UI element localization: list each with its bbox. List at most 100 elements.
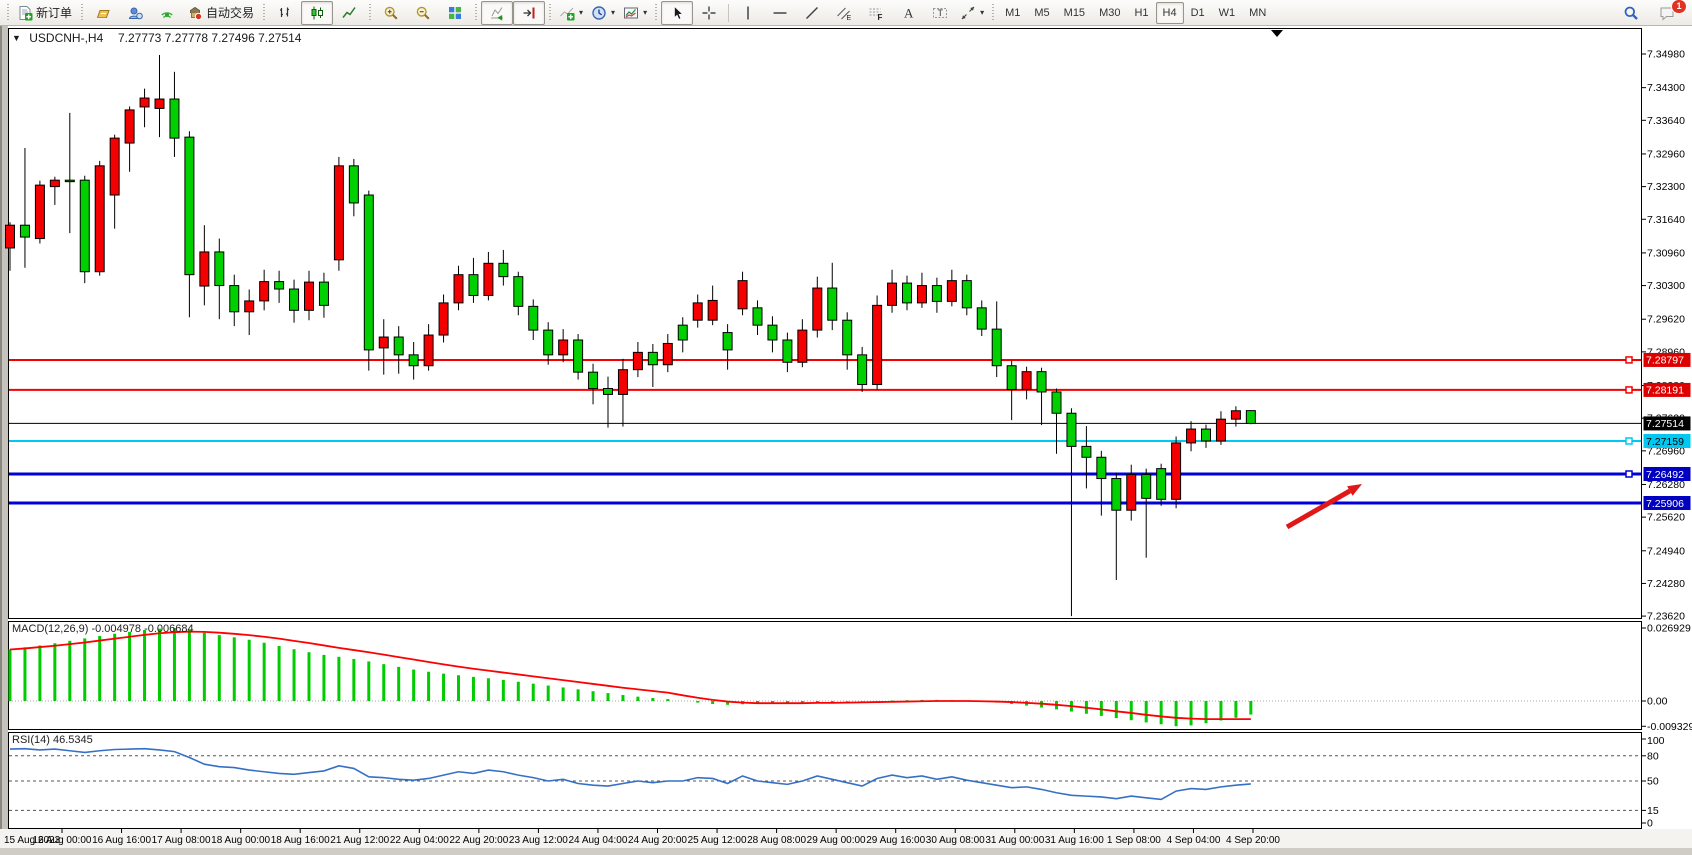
bar-chart-icon xyxy=(277,5,293,21)
candle-down xyxy=(1052,392,1061,413)
text-label-button[interactable]: T xyxy=(924,1,956,25)
candle-up xyxy=(125,110,134,143)
indicators-button[interactable]: ▾ xyxy=(555,1,587,25)
toolbar-grip xyxy=(367,3,373,23)
chat-button[interactable]: 1 xyxy=(1651,1,1683,25)
chart-title: ▼ USDCNH-,H4 7.27773 7.27778 7.27496 7.2… xyxy=(12,31,301,45)
macd-panel[interactable] xyxy=(9,622,1642,730)
toolbar-right-group: 1 xyxy=(1615,1,1689,25)
chart-shift-button[interactable] xyxy=(513,1,545,25)
timeframe-d1-button[interactable]: D1 xyxy=(1184,2,1212,24)
candle-up xyxy=(245,301,254,312)
resistance-line-1-handle[interactable] xyxy=(1626,357,1632,363)
candle-down xyxy=(65,180,74,181)
candle-up xyxy=(6,225,15,248)
support-line-cyan-handle[interactable] xyxy=(1626,438,1632,444)
time-tick-label: 29 Aug 00:00 xyxy=(807,835,866,846)
candle-down xyxy=(992,329,1001,366)
fibonacci-button[interactable]: F xyxy=(860,1,892,25)
chart-window[interactable]: 7.349807.343007.336407.329607.323007.316… xyxy=(0,26,1692,855)
candle-up xyxy=(439,303,448,335)
candle-down xyxy=(1142,475,1151,499)
shapes-icon xyxy=(960,5,976,21)
candle-up xyxy=(305,282,314,310)
auto-trading-button[interactable]: 自动交易 xyxy=(183,1,259,25)
candle-down xyxy=(903,283,912,303)
label-icon: T xyxy=(932,5,948,21)
line-chart-button[interactable] xyxy=(333,1,365,25)
time-tick-label: 24 Aug 04:00 xyxy=(568,835,627,846)
time-tick-label: 22 Aug 04:00 xyxy=(390,835,449,846)
candle-down xyxy=(1037,372,1046,392)
profile-button[interactable] xyxy=(119,1,151,25)
toolbar-grip xyxy=(547,3,553,23)
timeframe-mn-button[interactable]: MN xyxy=(1242,2,1273,24)
candle-down xyxy=(394,337,403,355)
candle-down xyxy=(783,340,792,362)
chart-canvas[interactable]: 7.349807.343007.336407.329607.323007.316… xyxy=(0,26,1692,855)
candle-down xyxy=(1112,479,1121,511)
candle-down xyxy=(529,306,538,330)
trendline-button[interactable] xyxy=(796,1,828,25)
candle-down xyxy=(364,195,373,350)
main-price-panel[interactable] xyxy=(9,29,1642,619)
profile-icon xyxy=(127,5,143,21)
resistance-line-2-handle[interactable] xyxy=(1626,387,1632,393)
time-tick-label: 31 Aug 16:00 xyxy=(1045,835,1104,846)
zoom-out-button[interactable] xyxy=(407,1,439,25)
auto-scroll-icon xyxy=(489,5,505,21)
candle-down xyxy=(1202,429,1211,441)
horizontal-line-button[interactable] xyxy=(764,1,796,25)
templates-button[interactable]: ▾ xyxy=(619,1,651,25)
candle-up xyxy=(454,275,463,303)
tile-windows-button[interactable] xyxy=(439,1,471,25)
periods-button[interactable]: ▾ xyxy=(587,1,619,25)
new-order-button[interactable]: 新订单 xyxy=(13,1,77,25)
zoom-in-button[interactable] xyxy=(375,1,407,25)
window-left-border xyxy=(0,26,2,855)
candlestick-icon xyxy=(309,5,325,21)
chart-folder-icon xyxy=(95,5,111,21)
timeframe-m1-button[interactable]: M1 xyxy=(998,2,1027,24)
support-line-blue-2-price-text: 7.25906 xyxy=(1646,498,1684,510)
fibonacci-icon: F xyxy=(868,5,884,21)
auto-scroll-button[interactable] xyxy=(481,1,513,25)
rsi-tick-label: 50 xyxy=(1647,776,1659,788)
timeframe-w1-button[interactable]: W1 xyxy=(1212,2,1243,24)
crosshair-button[interactable] xyxy=(693,1,725,25)
candle-down xyxy=(215,252,224,286)
arrows-button[interactable]: ▾ xyxy=(956,1,988,25)
time-tick-label: 29 Aug 16:00 xyxy=(866,835,925,846)
candle-up xyxy=(35,185,44,238)
candle-down xyxy=(753,308,762,325)
macd-tick-label: 0.00 xyxy=(1647,696,1668,708)
timeframe-h1-button[interactable]: H1 xyxy=(1127,2,1155,24)
time-tick-label: 16 Aug 16:00 xyxy=(92,835,151,846)
candlestick-chart-button[interactable] xyxy=(301,1,333,25)
rsi-tick-label: 15 xyxy=(1647,805,1659,817)
vertical-line-button[interactable] xyxy=(732,1,764,25)
auto-trading-button-label: 自动交易 xyxy=(206,4,255,21)
timeframe-m5-button[interactable]: M5 xyxy=(1027,2,1056,24)
equidistant-channel-button[interactable]: E xyxy=(828,1,860,25)
text-button[interactable]: A xyxy=(892,1,924,25)
cursor-button[interactable] xyxy=(661,1,693,25)
time-tick-label: 25 Aug 12:00 xyxy=(688,835,747,846)
charts-button[interactable] xyxy=(87,1,119,25)
template-icon xyxy=(623,5,639,21)
search-button[interactable] xyxy=(1615,1,1647,25)
one-click-dropdown-icon[interactable]: ▼ xyxy=(12,33,21,43)
candle-down xyxy=(1246,411,1255,424)
timeframe-m30-button[interactable]: M30 xyxy=(1092,2,1127,24)
candle-down xyxy=(409,355,418,366)
toolbar-separator xyxy=(728,4,729,22)
macd-tick-label: 0.026929 xyxy=(1647,623,1691,635)
timeframe-m15-button[interactable]: M15 xyxy=(1057,2,1092,24)
timeframe-h4-button[interactable]: H4 xyxy=(1156,2,1184,24)
auto-trading-icon xyxy=(187,5,203,21)
bar-chart-button[interactable] xyxy=(269,1,301,25)
time-tick-label: 23 Aug 12:00 xyxy=(509,835,568,846)
signals-button[interactable] xyxy=(151,1,183,25)
price-tick-label: 7.33640 xyxy=(1647,115,1685,127)
support-line-blue-1-handle[interactable] xyxy=(1626,471,1632,477)
